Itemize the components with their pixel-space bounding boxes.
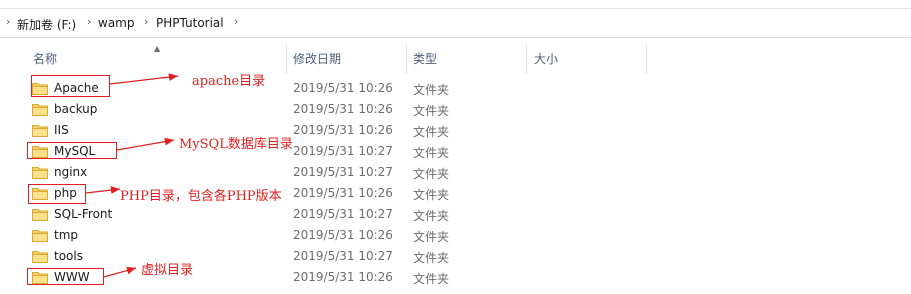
folder-icon <box>32 251 48 263</box>
window-top-strip <box>0 0 911 9</box>
file-name[interactable]: backup <box>54 102 97 116</box>
list-item[interactable]: backup 2019/5/31 10:26 文件夹 <box>0 99 911 120</box>
file-type: 文件夹 <box>413 146 450 160</box>
folder-icon <box>32 104 48 116</box>
highlight-box-apache <box>31 75 110 97</box>
folder-icon <box>32 167 48 179</box>
file-modified: 2019/5/31 10:26 <box>293 228 393 242</box>
file-type: 文件夹 <box>413 230 450 244</box>
file-modified: 2019/5/31 10:27 <box>293 144 393 158</box>
breadcrumb-wamp[interactable]: wamp <box>98 16 134 30</box>
column-divider[interactable] <box>526 44 527 74</box>
breadcrumb-phptutorial[interactable]: PHPTutorial <box>156 16 224 30</box>
chevron-right-icon[interactable]: › <box>144 15 148 28</box>
column-divider[interactable] <box>406 44 407 74</box>
file-type: 文件夹 <box>413 188 450 202</box>
file-modified: 2019/5/31 10:26 <box>293 123 393 137</box>
list-item[interactable]: WWW 2019/5/31 10:26 文件夹 <box>0 267 911 288</box>
file-modified: 2019/5/31 10:27 <box>293 207 393 221</box>
breadcrumb-drive[interactable]: 新加卷 (F:) <box>17 16 76 33</box>
annotation-mysql: MySQL数据库目录 <box>179 137 293 152</box>
list-item[interactable]: tools 2019/5/31 10:27 文件夹 <box>0 246 911 267</box>
file-type: 文件夹 <box>413 167 450 181</box>
chevron-right-icon[interactable]: › <box>234 15 238 28</box>
column-divider[interactable] <box>646 44 647 74</box>
folder-icon <box>32 209 48 221</box>
file-type: 文件夹 <box>413 83 450 97</box>
chevron-right-icon[interactable]: › <box>87 15 91 28</box>
sort-ascending-icon: ▲ <box>154 44 161 53</box>
column-divider[interactable] <box>286 44 287 74</box>
column-header-type[interactable]: 类型 <box>413 50 437 67</box>
file-modified: 2019/5/31 10:27 <box>293 249 393 263</box>
annotation-apache: apache目录 <box>192 74 266 89</box>
list-item[interactable]: Apache 2019/5/31 10:26 文件夹 <box>0 78 911 99</box>
list-item[interactable]: SQL-Front 2019/5/31 10:27 文件夹 <box>0 204 911 225</box>
annotation-php: PHP目录，包含各PHP版本 <box>120 189 282 204</box>
file-type: 文件夹 <box>413 104 450 118</box>
file-type: 文件夹 <box>413 125 450 139</box>
highlight-box-mysql <box>27 142 117 159</box>
column-header-size[interactable]: 大小 <box>534 50 558 67</box>
file-name[interactable]: tmp <box>54 228 78 242</box>
file-type: 文件夹 <box>413 209 450 223</box>
file-modified: 2019/5/31 10:26 <box>293 81 393 95</box>
file-modified: 2019/5/31 10:26 <box>293 102 393 116</box>
address-bar[interactable]: › 新加卷 (F:) › wamp › PHPTutorial › <box>0 9 911 38</box>
file-modified: 2019/5/31 10:26 <box>293 270 393 284</box>
file-name[interactable]: SQL-Front <box>54 207 112 221</box>
file-modified: 2019/5/31 10:27 <box>293 165 393 179</box>
annotation-www: 虚拟目录 <box>141 263 194 278</box>
file-name[interactable]: tools <box>54 249 83 263</box>
folder-icon <box>32 125 48 137</box>
highlight-box-www <box>27 268 104 285</box>
list-item[interactable]: tmp 2019/5/31 10:26 文件夹 <box>0 225 911 246</box>
file-modified: 2019/5/31 10:26 <box>293 186 393 200</box>
column-header-modified[interactable]: 修改日期 <box>293 50 341 67</box>
highlight-box-php <box>28 184 86 204</box>
chevron-right-icon[interactable]: › <box>6 15 10 28</box>
list-item[interactable]: IIS 2019/5/31 10:26 文件夹 <box>0 120 911 141</box>
list-item[interactable]: MySQL 2019/5/31 10:27 文件夹 <box>0 141 911 162</box>
file-name[interactable]: IIS <box>54 123 69 137</box>
file-type: 文件夹 <box>413 251 450 265</box>
folder-icon <box>32 230 48 242</box>
file-type: 文件夹 <box>413 272 450 286</box>
file-name[interactable]: nginx <box>54 165 87 179</box>
list-item[interactable]: nginx 2019/5/31 10:27 文件夹 <box>0 162 911 183</box>
column-header-name[interactable]: 名称 <box>33 50 57 67</box>
